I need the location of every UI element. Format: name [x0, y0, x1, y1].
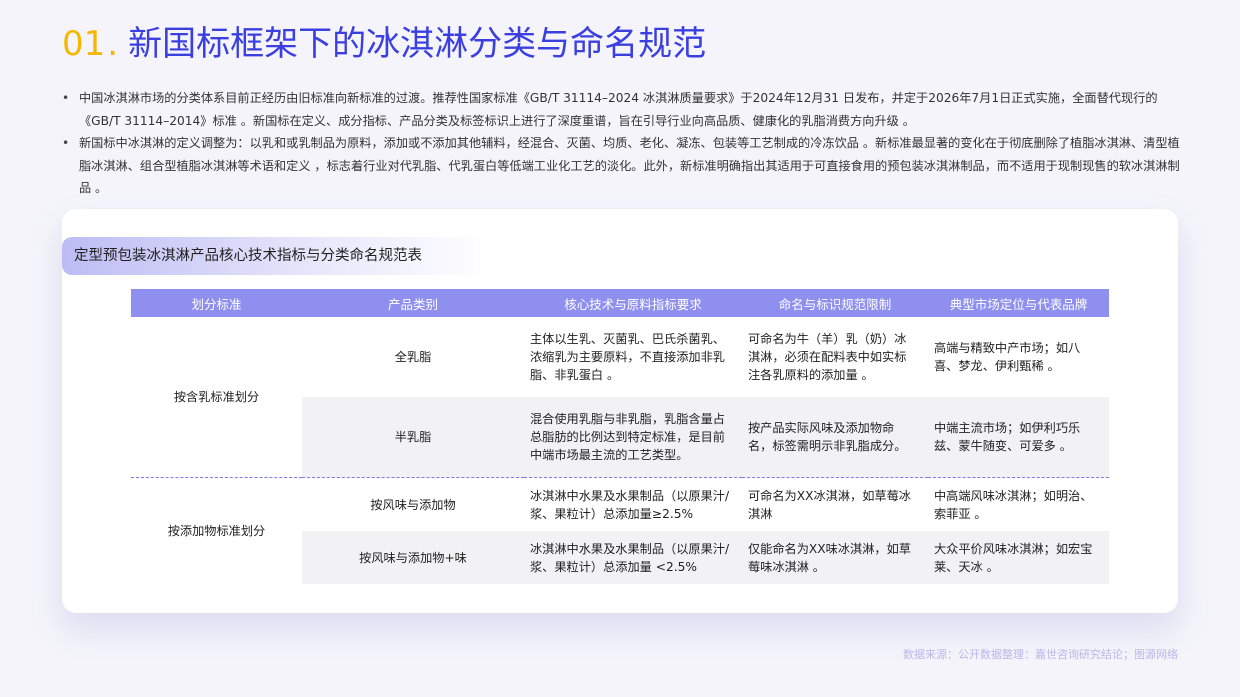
requirement-cell: 混合使用乳脂与非乳脂，乳脂含量占总脂肪的比例达到特定标准，是目前中端市场最主流的… — [524, 397, 742, 478]
standards-table: 划分标准 产品类别 核心技术与原料指标要求 命名与标识规范限制 典型市场定位与代… — [131, 289, 1109, 584]
requirement-cell: 冰淇淋中水果及水果制品（以原果汁/浆、果粒计）总添加量 <2.5% — [524, 531, 742, 584]
column-header: 划分标准 — [131, 289, 302, 317]
page-title: 01. 新国标框架下的冰淇淋分类与命名规范 — [62, 22, 706, 66]
category-cell: 按风味与添加物 — [302, 477, 524, 531]
category-cell: 按风味与添加物+味 — [302, 531, 524, 584]
table-header-row: 划分标准 产品类别 核心技术与原料指标要求 命名与标识规范限制 典型市场定位与代… — [131, 289, 1109, 317]
naming-cell: 可命名为XX冰淇淋，如草莓冰淇淋 — [742, 477, 928, 531]
category-cell: 半乳脂 — [302, 397, 524, 478]
intro-bullets: 中国冰淇淋市场的分类体系目前正经历由旧标准向新标准的过渡。推荐性国家标准《GB/… — [62, 87, 1182, 200]
table-row: 按添加物标准划分 按风味与添加物 冰淇淋中水果及水果制品（以原果汁/浆、果粒计）… — [131, 477, 1109, 584]
column-header: 典型市场定位与代表品牌 — [928, 289, 1109, 317]
section-number: 01 — [62, 24, 106, 64]
card-title: 定型预包装冰淇淋产品核心技术指标与分类命名规范表 — [62, 237, 492, 275]
section-title: 新国标框架下的冰淇淋分类与命名规范 — [128, 24, 707, 64]
source-note: 数据来源：公开数据整理：嘉世咨询研究结论；图源网络 — [903, 648, 1178, 661]
naming-cell: 可命名为牛（羊）乳（奶）冰淇淋，必须在配料表中如实标注各乳原料的添加量 。 — [748, 332, 907, 382]
market-cell: 大众平价风味冰淇淋；如宏宝莱、天冰 。 — [928, 531, 1109, 584]
column-header: 产品类别 — [302, 289, 524, 317]
naming-cell: 按产品实际风味及添加物命名，标签需明示非乳脂成分。 — [742, 397, 928, 478]
section-dot: . — [107, 24, 119, 64]
column-header: 命名与标识规范限制 — [742, 289, 928, 317]
requirement-cell: 冰淇淋中水果及水果制品（以原果汁/浆、果粒计）总添加量≥2.5% — [524, 477, 742, 531]
bullet-item: 中国冰淇淋市场的分类体系目前正经历由旧标准向新标准的过渡。推荐性国家标准《GB/… — [62, 87, 1182, 132]
column-header: 核心技术与原料指标要求 — [524, 289, 742, 317]
market-cell: 中端主流市场；如伊利巧乐兹、蒙牛随变、可爱多 。 — [928, 397, 1109, 478]
group-label: 按添加物标准划分 — [131, 477, 302, 584]
requirement-cell: 主体以生乳、灭菌乳、巴氏杀菌乳、浓缩乳为主要原料，不直接添加非乳脂、非乳蛋白 。 — [530, 332, 725, 382]
market-cell: 中高端风味冰淇淋；如明治、索菲亚 。 — [928, 477, 1109, 531]
naming-cell: 仅能命名为XX味冰淇淋，如草莓味冰淇淋 。 — [742, 531, 928, 584]
table-card: 定型预包装冰淇淋产品核心技术指标与分类命名规范表 划分标准 产品类别 核心技术与… — [62, 209, 1178, 613]
market-cell: 高端与精致中产市场；如八喜、梦龙、伊利甄稀 。 — [934, 341, 1081, 373]
category-cell: 全乳脂 — [394, 350, 432, 364]
group-label: 按含乳标准划分 — [131, 317, 302, 478]
table-row: 按含乳标准划分 全乳脂 主体以生乳、灭菌乳、巴氏杀菌乳、浓缩乳为主要原料，不直接… — [131, 317, 1109, 478]
bullet-item: 新国标中冰淇淋的定义调整为：以乳和或乳制品为原料，添加或不添加其他辅料，经混合、… — [62, 132, 1182, 200]
